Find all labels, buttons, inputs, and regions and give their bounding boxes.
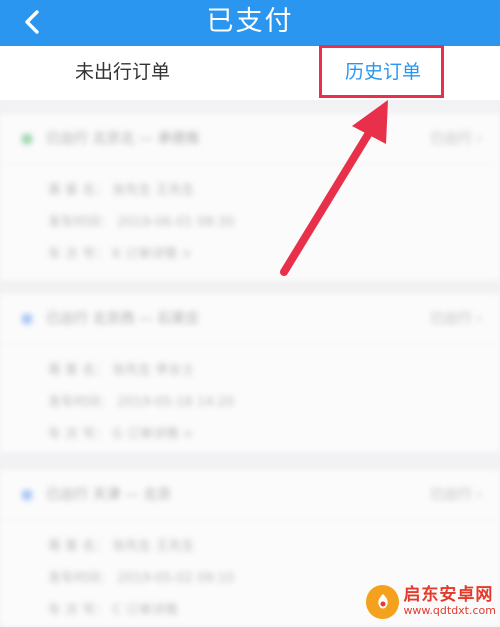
watermark-name: 启东安卓网 <box>403 585 494 606</box>
passenger-line: 乘 客 名： 张先生 李女士 <box>48 363 195 378</box>
order-list: 已出行 北京北 — 承德南 已出行 › 乘 客 名： 张先生 王先生 发车时间：… <box>0 100 500 626</box>
order-route: 已出行 天津 — 北京 <box>46 487 172 503</box>
order-status: 已出行 › <box>429 311 482 327</box>
app-header: 已支付 <box>0 0 500 46</box>
departure-line: 发车时间： 2019-06-01 08:30 <box>48 215 235 230</box>
watermark-logo-icon <box>366 585 400 619</box>
passenger-line: 乘 客 名： 张先生 王先生 <box>48 183 195 198</box>
train-line: 车 次 号： G 订单详情 > <box>48 427 194 442</box>
page-title: 已支付 <box>206 6 294 37</box>
order-card[interactable]: 已出行 北京西 — 石家庄 已出行 › 乘 客 名： 张先生 李女士 发车时间：… <box>0 294 500 452</box>
train-icon <box>22 314 32 324</box>
tab-upcoming-orders[interactable]: 未出行订单 <box>75 46 170 100</box>
train-line: 车 次 号： K 订单详情 > <box>48 247 193 262</box>
order-route: 已出行 北京北 — 承德南 <box>46 131 200 147</box>
train-icon <box>22 490 32 500</box>
watermark-url: www.qdtdxt.com <box>403 604 496 618</box>
order-status: 已出行 › <box>429 131 482 147</box>
order-status: 已出行 › <box>429 487 482 503</box>
tab-history-orders[interactable]: 历史订单 <box>320 46 446 100</box>
order-route: 已出行 北京西 — 石家庄 <box>46 311 200 327</box>
departure-line: 发车时间： 2019-05-18 14:20 <box>48 395 235 410</box>
train-icon <box>22 134 32 144</box>
passenger-line: 乘 客 名： 张先生 王先生 <box>48 539 195 554</box>
watermark: 启东安卓网 www.qdtdxt.com <box>366 580 496 624</box>
order-tabs: 未出行订单 历史订单 <box>0 46 500 100</box>
order-card[interactable]: 已出行 北京北 — 承德南 已出行 › 乘 客 名： 张先生 王先生 发车时间：… <box>0 114 500 280</box>
